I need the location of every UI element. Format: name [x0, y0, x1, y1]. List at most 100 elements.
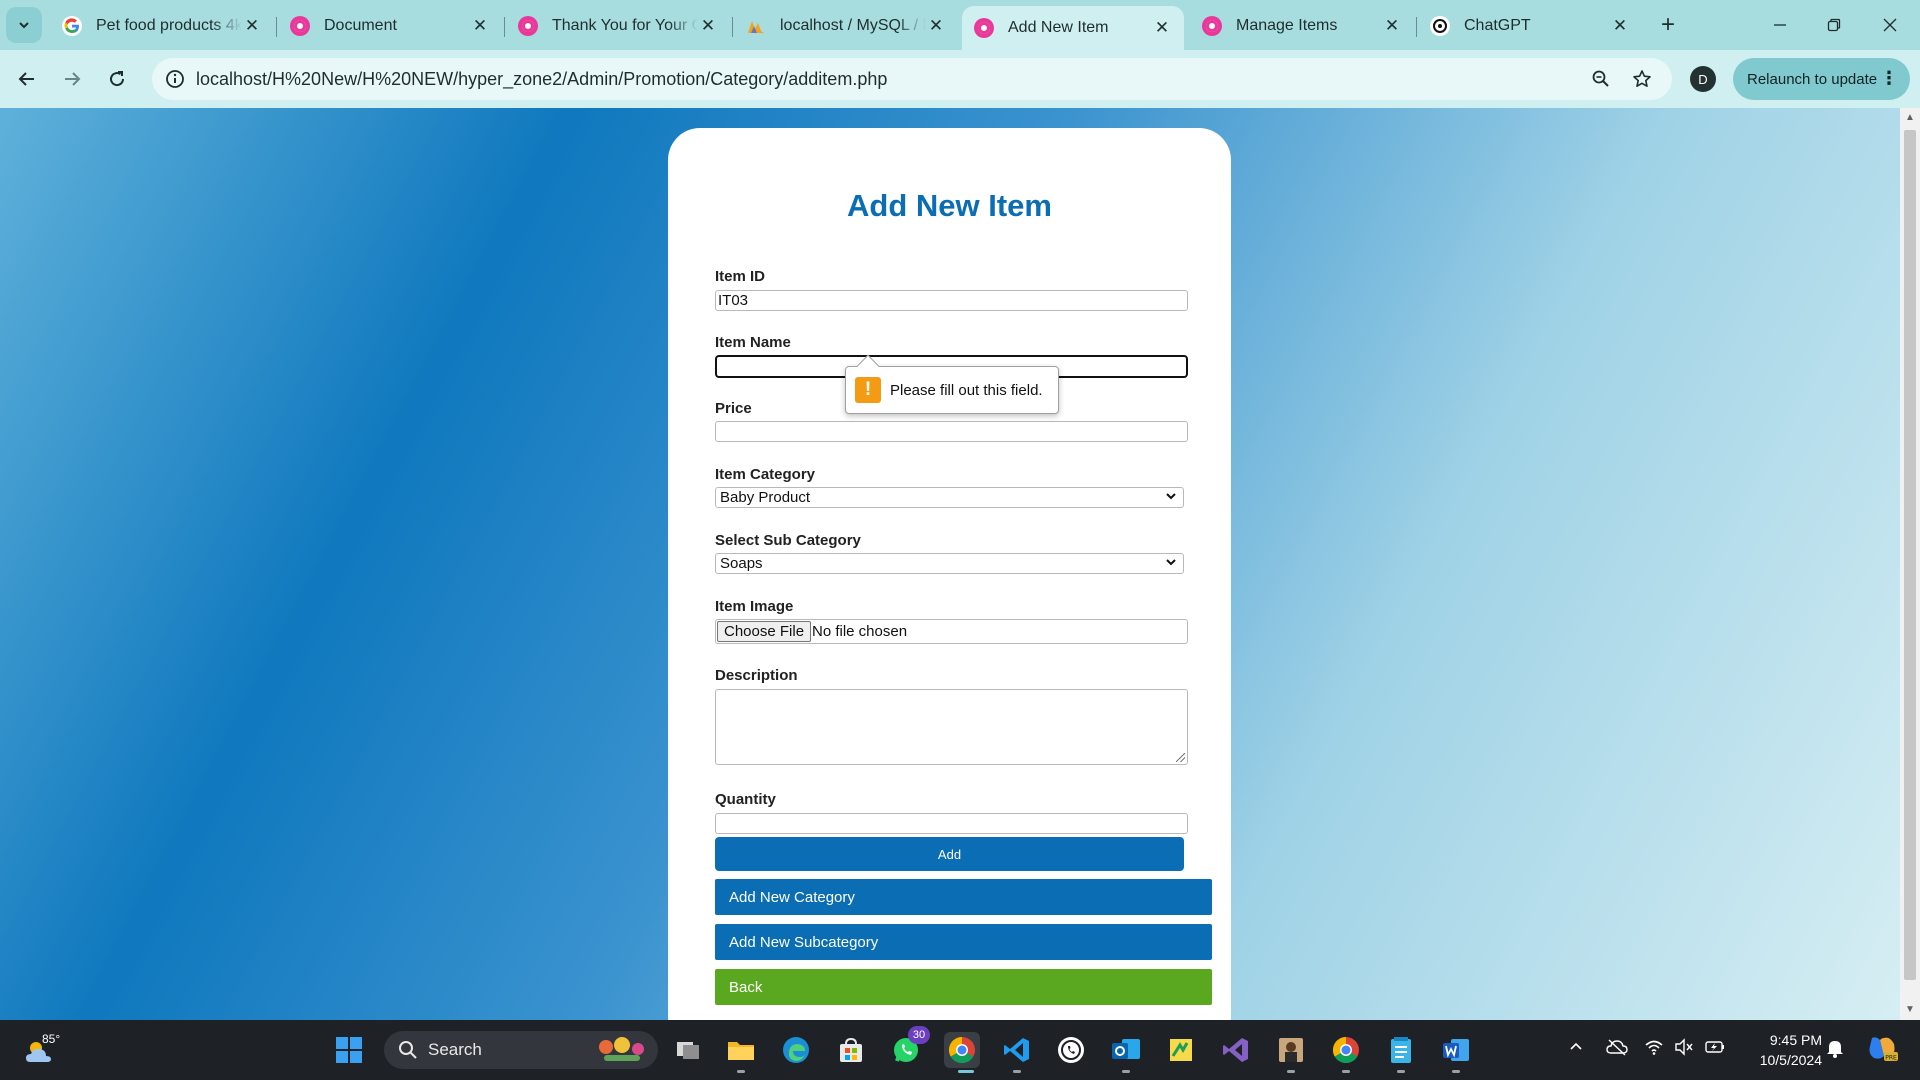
tab-add-new-item[interactable]: Add New Item ✕	[962, 6, 1184, 50]
vscode-icon	[1004, 1038, 1029, 1062]
taskbar-sticky-app[interactable]	[1163, 1032, 1199, 1068]
search-icon	[399, 1041, 417, 1059]
arrow-right-icon	[65, 72, 81, 86]
arrow-left-icon	[18, 72, 34, 86]
tab-divider	[276, 17, 277, 37]
add-new-subcategory-button[interactable]: Add New Subcategory	[715, 924, 1212, 960]
scrollbar-thumb[interactable]	[1904, 130, 1916, 980]
close-window-button[interactable]	[1862, 0, 1918, 50]
tab-manage-items[interactable]: Manage Items ✕	[1190, 6, 1414, 46]
sub-category-select[interactable]: Soaps	[715, 553, 1184, 574]
taskbar-edge[interactable]	[778, 1032, 814, 1068]
restore-button[interactable]	[1806, 0, 1862, 50]
forward-nav-button[interactable]	[54, 61, 90, 97]
add-button[interactable]: Add	[715, 837, 1184, 871]
weather-widget[interactable]: 85°	[24, 1032, 64, 1068]
item-category-label: Item Category	[715, 466, 816, 483]
taskbar-visual-studio[interactable]	[1218, 1032, 1254, 1068]
task-view-button[interactable]	[670, 1032, 706, 1068]
taskbar-store[interactable]	[833, 1032, 869, 1068]
close-icon[interactable]: ✕	[698, 16, 718, 36]
running-indicator	[1342, 1070, 1350, 1073]
tab-document[interactable]: Document ✕	[278, 6, 502, 46]
choose-file-button[interactable]: Choose File	[717, 621, 812, 642]
running-indicator	[1452, 1070, 1460, 1073]
tab-thank-you[interactable]: Thank You for Your C ✕	[506, 6, 730, 46]
windows-icon	[336, 1037, 362, 1063]
notification-bell-icon[interactable]	[1826, 1038, 1844, 1061]
wifi-icon[interactable]	[1644, 1038, 1664, 1059]
minimize-button[interactable]	[1752, 0, 1808, 50]
volume-muted-icon[interactable]	[1674, 1038, 1694, 1059]
taskbar-file-explorer[interactable]	[723, 1032, 759, 1068]
page-background: Add New Item Item ID IT03 Item Name Pric…	[0, 108, 1900, 1020]
weather-temp: 85°	[42, 1032, 61, 1046]
system-clock[interactable]: 9:45 PM 10/5/2024	[1746, 1030, 1822, 1070]
address-bar[interactable]: localhost/H%20New/H%20NEW/hyper_zone2/Ad…	[152, 58, 1672, 100]
close-icon[interactable]: ✕	[1382, 16, 1402, 36]
outlook-icon	[1112, 1039, 1140, 1059]
scroll-down-icon[interactable]: ▼	[1905, 1004, 1915, 1015]
item-id-label: Item ID	[715, 268, 766, 285]
tab-phpmyadmin[interactable]: localhost / MySQL / l ✕	[734, 6, 958, 46]
close-icon	[1883, 18, 1897, 32]
taskbar-outlook[interactable]	[1108, 1032, 1144, 1068]
copilot-icon[interactable]: PRE	[1866, 1034, 1898, 1065]
chevron-down-icon	[19, 22, 29, 29]
more-menu-icon[interactable]: ⋮	[1880, 67, 1898, 89]
onedrive-off-icon[interactable]	[1606, 1038, 1628, 1059]
store-icon	[840, 1037, 862, 1062]
taskbar-whatsapp[interactable]: 30	[888, 1026, 930, 1068]
new-tab-button[interactable]: +	[1652, 9, 1684, 41]
battery-charging-icon[interactable]	[1704, 1038, 1726, 1059]
page-scrollbar[interactable]: ▲ ▼	[1900, 108, 1920, 1020]
back-button[interactable]: Back	[715, 969, 1212, 1005]
item-image-input[interactable]: Choose File No file chosen	[715, 619, 1188, 644]
quantity-input[interactable]	[715, 813, 1188, 834]
item-category-value: Baby Product	[720, 489, 811, 506]
taskbar-photo-app[interactable]	[1273, 1032, 1309, 1068]
running-indicator	[1013, 1070, 1021, 1073]
relaunch-button[interactable]: Relaunch to update ⋮	[1733, 58, 1910, 100]
close-icon[interactable]: ✕	[470, 16, 490, 36]
taskbar-chrome-active[interactable]	[944, 1032, 980, 1068]
close-icon[interactable]: ✕	[1152, 18, 1172, 38]
zoom-icon[interactable]	[1589, 67, 1613, 91]
running-indicator	[737, 1070, 745, 1073]
taskbar-whatsapp-web[interactable]	[1053, 1032, 1089, 1068]
scroll-up-icon[interactable]: ▲	[1905, 112, 1915, 123]
tray-overflow-chevron-up-icon[interactable]	[1568, 1038, 1584, 1057]
taskbar-chrome-profile[interactable]	[1328, 1032, 1364, 1068]
taskbar-notepad[interactable]	[1383, 1032, 1419, 1068]
tab-search-button[interactable]	[6, 7, 42, 43]
close-icon[interactable]: ✕	[1610, 16, 1630, 36]
wamp-icon	[290, 16, 310, 36]
item-category-select[interactable]: Baby Product	[715, 487, 1184, 508]
close-icon[interactable]: ✕	[242, 16, 262, 36]
back-nav-button[interactable]	[9, 61, 45, 97]
reload-button[interactable]	[99, 61, 135, 97]
add-item-form: Add New Item Item ID IT03 Item Name Pric…	[668, 128, 1231, 1020]
item-id-input[interactable]: IT03	[715, 290, 1188, 311]
taskbar-vscode[interactable]	[999, 1032, 1035, 1068]
site-info-icon[interactable]	[164, 68, 186, 90]
close-icon[interactable]: ✕	[926, 16, 946, 36]
bookmark-star-icon[interactable]	[1630, 67, 1654, 91]
profile-avatar[interactable]: D	[1690, 66, 1716, 92]
tab-pet-food[interactable]: Pet food products 4k ✕	[50, 6, 274, 46]
tab-chatgpt[interactable]: ChatGPT ✕	[1418, 6, 1642, 46]
description-textarea[interactable]	[715, 689, 1188, 765]
add-new-category-button[interactable]: Add New Category	[715, 879, 1212, 915]
file-status-text: No file chosen	[812, 623, 908, 640]
taskbar-word[interactable]	[1438, 1032, 1474, 1068]
url-text[interactable]: localhost/H%20New/H%20NEW/hyper_zone2/Ad…	[196, 69, 887, 90]
reload-icon	[110, 71, 125, 87]
resize-handle-icon[interactable]	[1176, 753, 1185, 762]
plus-icon: +	[1660, 11, 1675, 38]
taskbar-search[interactable]: Search	[384, 1031, 658, 1069]
start-button[interactable]	[331, 1032, 367, 1068]
photo-app-icon	[1279, 1038, 1303, 1062]
tab-divider	[732, 17, 733, 37]
whatsapp-web-icon	[1058, 1037, 1084, 1063]
price-input[interactable]	[715, 421, 1188, 442]
